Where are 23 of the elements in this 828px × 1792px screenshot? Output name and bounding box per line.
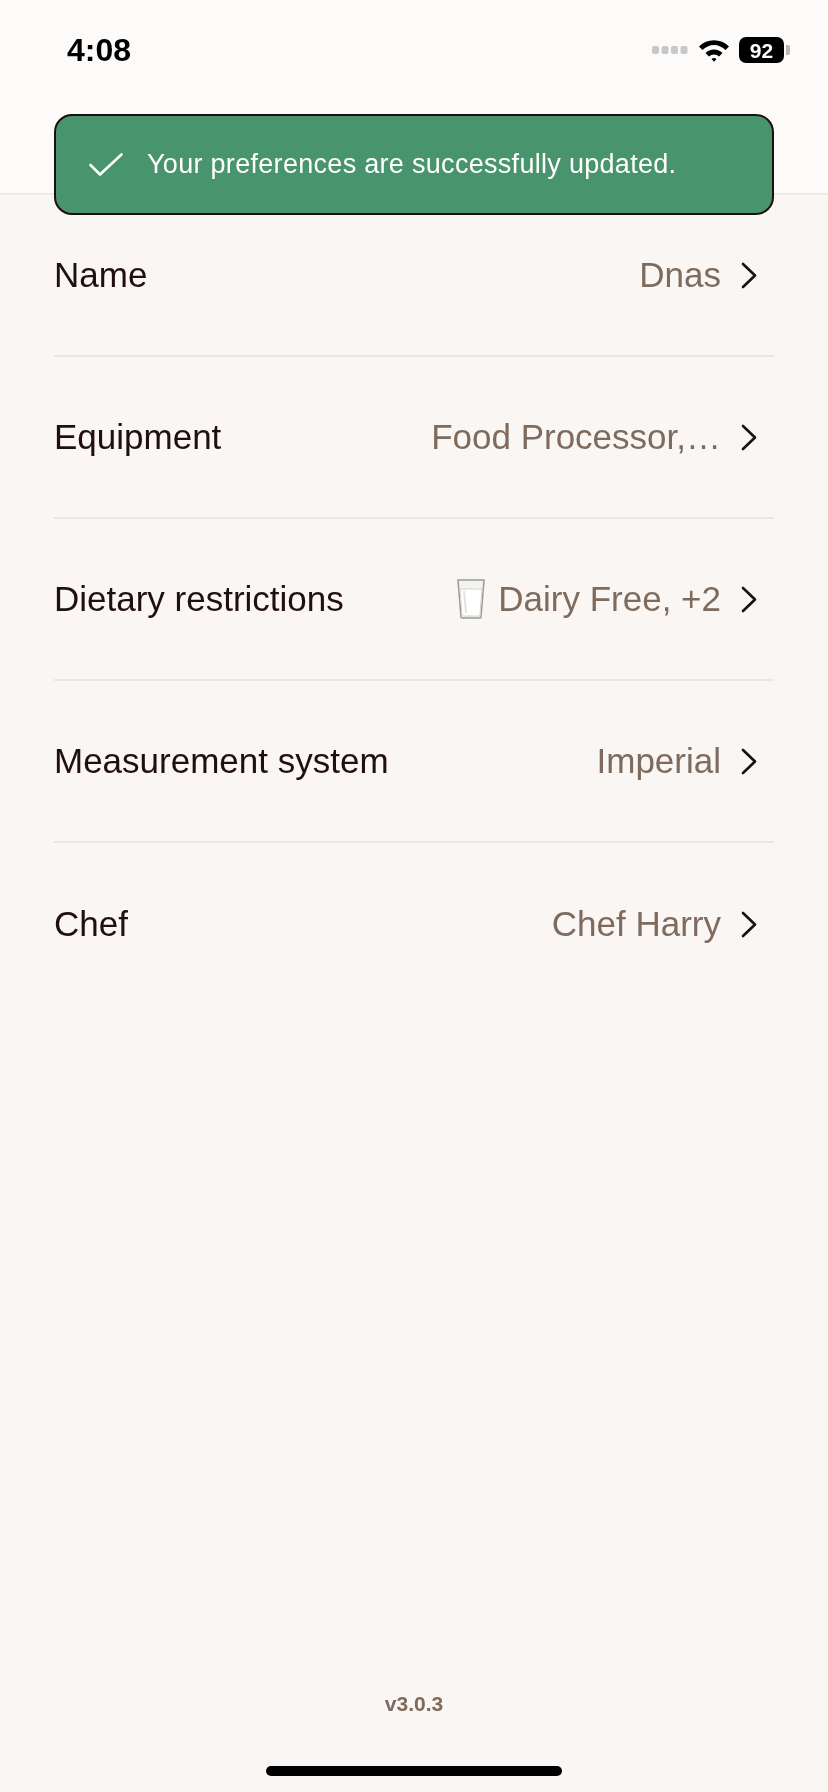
status-time: 4:08 — [67, 31, 132, 70]
chevron-right-icon[interactable] — [741, 910, 757, 938]
setting-label: Name — [54, 253, 148, 296]
setting-label: Measurement system — [54, 739, 389, 782]
wifi-icon — [698, 38, 730, 62]
setting-value: Imperial — [596, 739, 721, 782]
setting-value: Food Processor,… — [431, 415, 721, 458]
chevron-right-icon[interactable] — [741, 585, 757, 613]
setting-value: Chef Harry — [551, 902, 721, 945]
setting-value: Dairy Free, +2 — [498, 577, 721, 620]
chevron-right-icon[interactable] — [741, 423, 757, 451]
chevron-right-icon[interactable] — [741, 261, 757, 289]
toast-message: Your preferences are successfully updated. — [147, 148, 677, 182]
setting-value: Dnas — [639, 253, 721, 296]
setting-label: Dietary restrictions — [54, 577, 344, 620]
battery-indicator: 92 — [739, 37, 790, 63]
checkmark-icon — [89, 153, 123, 176]
milk-glass-icon — [456, 579, 487, 619]
setting-label: Equipment — [54, 415, 222, 458]
chevron-right-icon[interactable] — [741, 747, 757, 775]
setting-label: Chef — [54, 902, 128, 945]
version-label: v3.0.3 — [384, 1692, 444, 1716]
signal-icon — [652, 46, 688, 54]
